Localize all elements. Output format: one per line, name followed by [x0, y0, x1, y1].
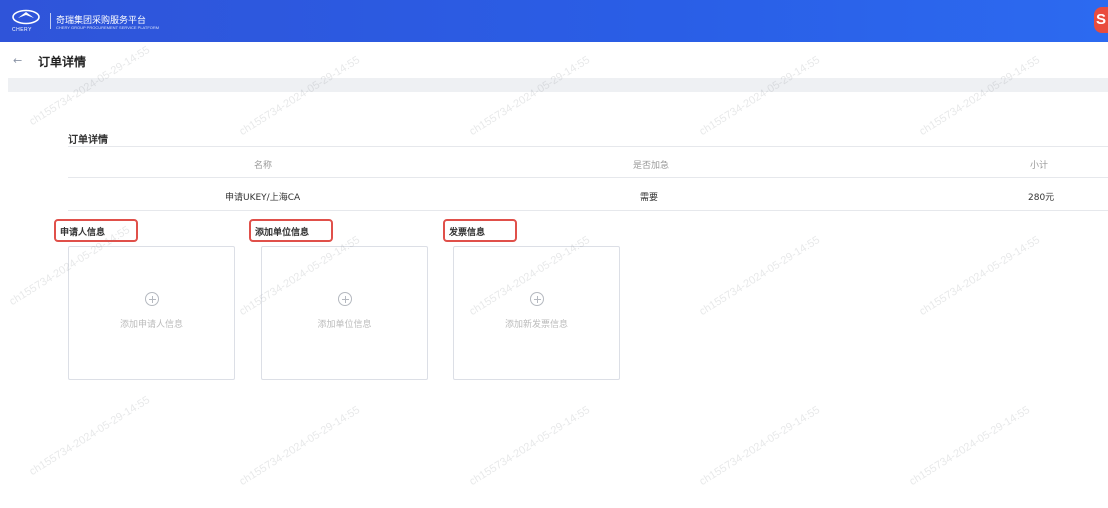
logo-text: CHERY [12, 27, 32, 33]
watermark-text: ch155734-2024-05-29-14:55 [907, 403, 1033, 489]
watermark-text: ch155734-2024-05-29-14:55 [697, 233, 823, 319]
page-title: 订单详情 [38, 55, 87, 69]
add-company-text: 添加单位信息 [317, 320, 372, 330]
floating-app-icon[interactable] [1094, 7, 1108, 33]
cell-subtotal: 280元 [1028, 193, 1055, 203]
back-arrow-icon[interactable]: ← [13, 54, 22, 67]
top-navbar: CHERY 奇瑞集团采购服务平台 CHERY GROUP PROCUREMENT… [0, 0, 1108, 42]
column-header-urgent: 是否加急 [633, 161, 670, 171]
applicant-info-label: 申请人信息 [54, 219, 138, 242]
column-header-subtotal: 小计 [1030, 161, 1049, 171]
watermark-text: ch155734-2024-05-29-14:55 [917, 233, 1043, 319]
cell-name: 申请UKEY/上海CA [225, 193, 301, 203]
add-applicant-text: 添加申请人信息 [119, 320, 183, 330]
add-invoice-card[interactable]: 添加新发票信息 [453, 246, 620, 380]
company-info-label: 添加单位信息 [249, 219, 333, 242]
table-divider [68, 210, 1108, 211]
add-applicant-card[interactable]: 添加申请人信息 [68, 246, 235, 380]
watermark-text: ch155734-2024-05-29-14:55 [27, 393, 153, 479]
order-section-title: 订单详情 [68, 135, 108, 146]
divider-band [8, 78, 1108, 92]
add-company-card[interactable]: 添加单位信息 [261, 246, 428, 380]
plus-circle-icon [145, 292, 159, 306]
watermark-text: ch155734-2024-05-29-14:55 [697, 403, 823, 489]
table-divider [68, 146, 1108, 147]
page-header: ← 订单详情 [0, 42, 1108, 78]
plus-circle-icon [530, 292, 544, 306]
watermark-text: ch155734-2024-05-29-14:55 [467, 403, 593, 489]
column-header-name: 名称 [254, 161, 273, 171]
cell-urgent: 需要 [640, 193, 659, 203]
invoice-info-label: 发票信息 [443, 219, 517, 242]
brand-divider [50, 13, 51, 29]
add-invoice-text: 添加新发票信息 [504, 320, 568, 330]
watermark-text: ch155734-2024-05-29-14:55 [237, 403, 363, 489]
brand-subtitle: CHERY GROUP PROCUREMENT SERVICE PLATFORM [56, 25, 160, 30]
table-divider [68, 177, 1108, 178]
plus-circle-icon [338, 292, 352, 306]
